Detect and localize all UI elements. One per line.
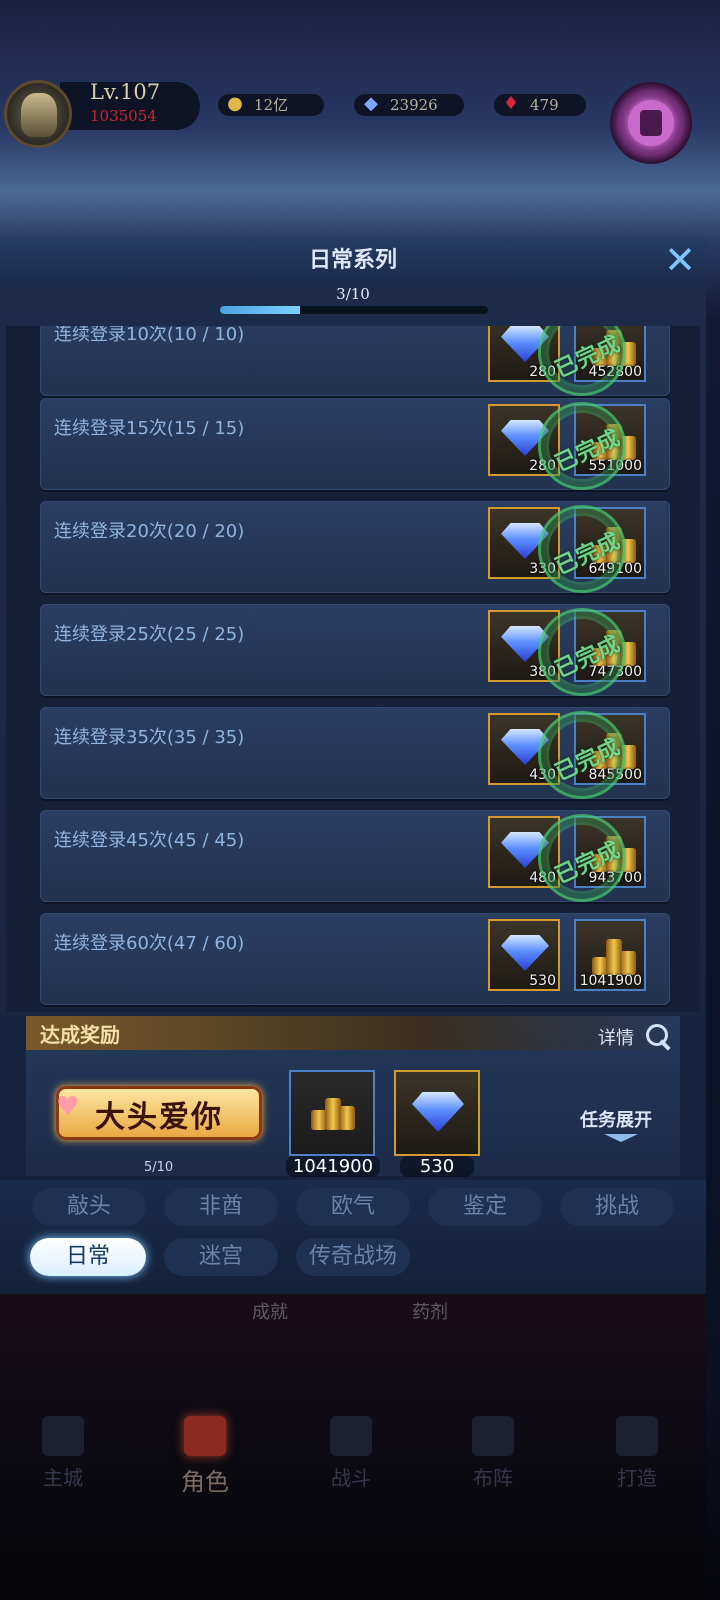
- completed-stamp: 已完成: [538, 402, 626, 490]
- task-row[interactable]: 连续登录10次(10 / 10) 280 452800 已完成: [40, 326, 670, 396]
- stamp-text: 已完成: [551, 631, 625, 684]
- achievements-link[interactable]: 成就: [252, 1298, 288, 1324]
- diamond-resource[interactable]: ◆ 23926: [354, 93, 464, 116]
- nav-label: 角色: [181, 1468, 229, 1496]
- scroll-icon: [640, 110, 662, 136]
- player-power: 1035054: [90, 107, 157, 125]
- stamp-text: 已完成: [551, 331, 625, 384]
- diamond-icon: [412, 1092, 464, 1132]
- reward-gem-slot[interactable]: 530: [488, 919, 560, 991]
- completed-stamp: 已完成: [538, 814, 626, 902]
- task-row[interactable]: 连续登录45次(45 / 45) 480 943700 已完成: [40, 810, 670, 902]
- helmet-icon: [184, 1416, 226, 1456]
- tab-ouqi[interactable]: 欧气: [296, 1188, 410, 1226]
- task-label: 连续登录35次(35 / 35): [54, 727, 245, 748]
- task-label: 连续登录10次(10 / 10): [54, 326, 245, 345]
- reward-gold-item[interactable]: [289, 1070, 375, 1156]
- series-progress-fill: [220, 306, 301, 314]
- task-row[interactable]: 连续登录60次(47 / 60) 530 1041900: [40, 913, 670, 1005]
- task-label: 连续登录25次(25 / 25): [54, 624, 245, 645]
- tab-tiaozhan[interactable]: 挑战: [560, 1188, 674, 1226]
- close-button[interactable]: ✕: [662, 241, 698, 279]
- nav-label: 打造: [617, 1466, 657, 1490]
- search-icon[interactable]: [644, 1022, 672, 1050]
- ruby-resource-value: 479: [530, 96, 559, 114]
- nav-label: 布阵: [473, 1466, 513, 1490]
- achievement-progress: 5/10: [144, 1160, 174, 1175]
- tab-migong[interactable]: 迷宫: [164, 1238, 278, 1276]
- reward-gem-qty: 530: [400, 1156, 474, 1177]
- ruby-resource[interactable]: ♦ 479: [494, 93, 586, 116]
- completed-stamp: 已完成: [538, 711, 626, 799]
- completed-stamp: 已完成: [538, 505, 626, 593]
- series-progress-bar: [220, 306, 488, 314]
- formation-icon: [472, 1416, 514, 1456]
- tab-jianding[interactable]: 鉴定: [428, 1188, 542, 1226]
- task-label: 连续登录45次(45 / 45): [54, 830, 245, 851]
- task-label: 连续登录60次(47 / 60): [54, 933, 245, 954]
- nav-label: 主城: [43, 1466, 83, 1490]
- title-badge[interactable]: 大头爱你: [56, 1086, 262, 1140]
- nav-battle[interactable]: 战斗: [296, 1410, 406, 1490]
- panel-title: 日常系列: [0, 238, 706, 284]
- tab-chuanqi[interactable]: 传奇战场: [296, 1238, 410, 1276]
- crossed-swords-icon: [330, 1416, 372, 1456]
- gold-quantity: 1041900: [579, 973, 642, 989]
- series-progress-text: 3/10: [336, 285, 370, 303]
- gold-resource-value: 12亿: [254, 96, 289, 114]
- nav-main-city[interactable]: 主城: [8, 1410, 118, 1490]
- reward-gold-slot[interactable]: 1041900: [574, 919, 646, 991]
- gold-resource[interactable]: ● 12亿: [218, 93, 324, 116]
- player-level: Lv.107: [90, 80, 161, 104]
- heart-icon: ♥: [56, 1092, 80, 1122]
- tab-feiqiu[interactable]: 非酋: [164, 1188, 278, 1226]
- diamond-resource-value: 23926: [390, 96, 438, 114]
- potions-link[interactable]: 药剂: [412, 1298, 448, 1324]
- detail-link[interactable]: 详情: [598, 1024, 634, 1050]
- reward-gem-item[interactable]: [394, 1070, 480, 1156]
- diamond-icon: ◆: [364, 93, 378, 114]
- completed-stamp: 已完成: [538, 326, 626, 396]
- stamp-text: 已完成: [551, 837, 625, 890]
- task-row[interactable]: 连续登录35次(35 / 35) 430 845500 已完成: [40, 707, 670, 799]
- chevron-down-icon[interactable]: [604, 1134, 638, 1144]
- stamp-text: 已完成: [551, 734, 625, 787]
- reward-gold-qty: 1041900: [286, 1156, 380, 1177]
- scroll-quest-button[interactable]: [610, 82, 692, 164]
- completed-stamp: 已完成: [538, 608, 626, 696]
- task-label: 连续登录20次(20 / 20): [54, 521, 245, 542]
- badge-text: 大头爱你: [95, 1100, 223, 1135]
- task-row[interactable]: 连续登录20次(20 / 20) 330 649100 已完成: [40, 501, 670, 593]
- gold-coin-icon: ●: [227, 93, 243, 114]
- expand-tasks-button[interactable]: 任务展开: [580, 1106, 652, 1132]
- nav-forge[interactable]: 打造: [582, 1410, 692, 1490]
- nav-formation[interactable]: 布阵: [438, 1410, 548, 1490]
- anvil-icon: [616, 1416, 658, 1456]
- task-label: 连续登录15次(15 / 15): [54, 418, 245, 439]
- task-list[interactable]: 连续登录10次(10 / 10) 280 452800 已完成 连续登录15次(15 /…: [6, 326, 700, 1012]
- diamond-icon: [501, 935, 549, 971]
- nav-label: 战斗: [331, 1466, 371, 1490]
- nav-character[interactable]: 角色: [150, 1410, 260, 1496]
- task-row[interactable]: 连续登录15次(15 / 15) 280 551000 已完成: [40, 398, 670, 490]
- castle-icon: [42, 1416, 84, 1456]
- avatar[interactable]: [4, 80, 72, 148]
- ruby-icon: ♦: [502, 93, 520, 114]
- stamp-text: 已完成: [551, 528, 625, 581]
- gold-coin-icon: [309, 1088, 355, 1134]
- tab-richang[interactable]: 日常: [30, 1238, 146, 1276]
- task-row[interactable]: 连续登录25次(25 / 25) 380 747300 已完成: [40, 604, 670, 696]
- achievement-header: [26, 1016, 680, 1050]
- stamp-text: 已完成: [551, 425, 625, 478]
- gem-quantity: 530: [529, 973, 556, 989]
- tab-qiaotou[interactable]: 敲头: [32, 1188, 146, 1226]
- achievement-title: 达成奖励: [40, 1023, 120, 1047]
